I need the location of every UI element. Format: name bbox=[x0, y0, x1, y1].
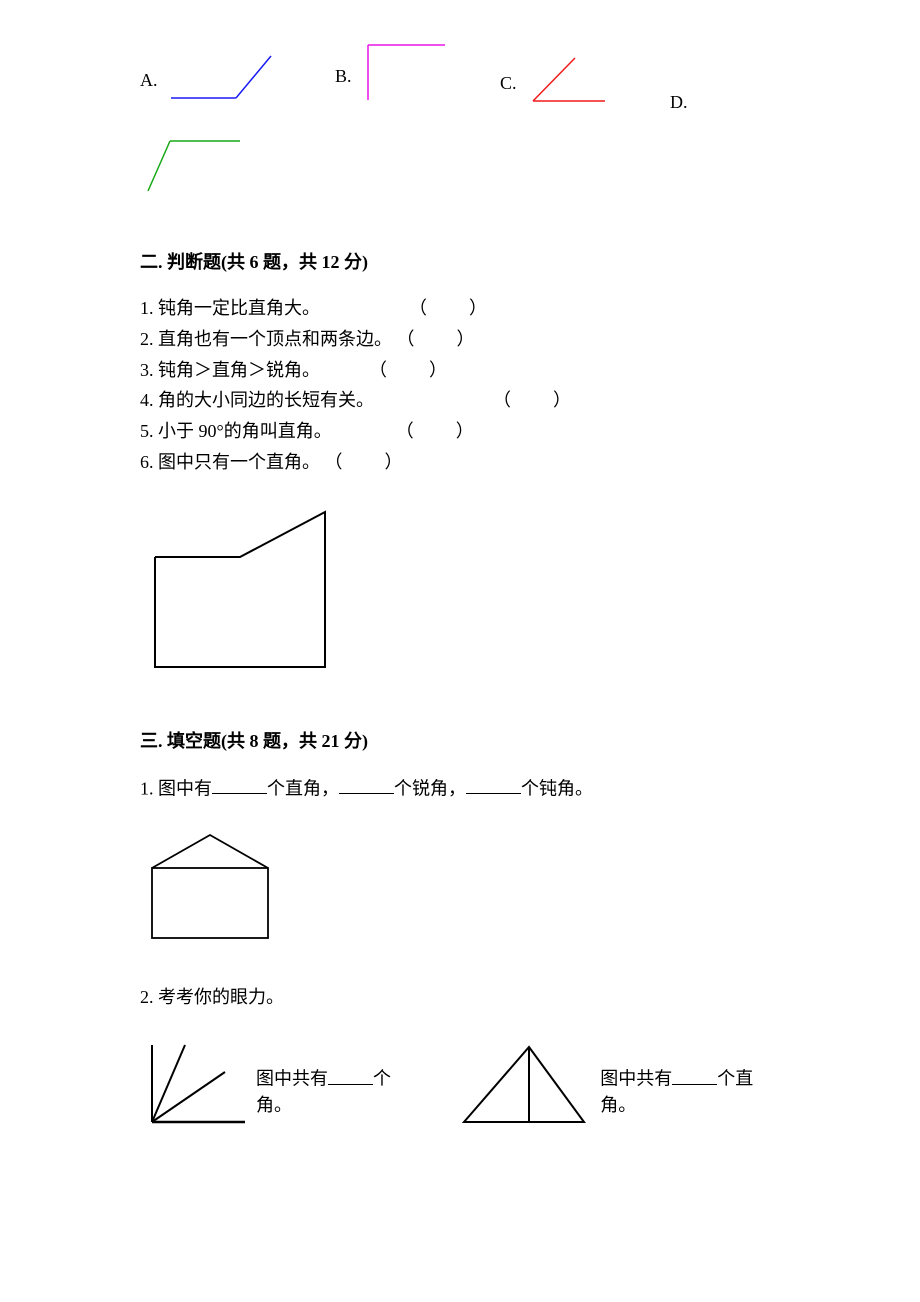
blank bbox=[672, 1063, 717, 1085]
s3-q2b-caption: 图中共有个直角。 bbox=[600, 1063, 780, 1117]
s2-q1: 1. 钝角一定比直角大。 （ ） bbox=[140, 294, 780, 323]
s2-q4: 4. 角的大小同边的长短有关。 （ ） bbox=[140, 386, 780, 415]
s3-q2: 2. 考考你的眼力。 bbox=[140, 983, 780, 1012]
s2-q5: 5. 小于 90°的角叫直角。 （ ） bbox=[140, 417, 780, 446]
s3-q1-a: 1. 图中有 bbox=[140, 778, 212, 798]
s3-q2-figure-b bbox=[449, 1037, 594, 1137]
s3-q1: 1. 图中有 个直角， 个锐角， 个钝角。 bbox=[140, 773, 780, 803]
option-d-label: D. bbox=[670, 92, 688, 113]
blank bbox=[328, 1063, 373, 1085]
s2-q3: 3. 钝角＞直角＞锐角。 （ ） bbox=[140, 356, 780, 385]
s3-q1-b: 个直角， bbox=[267, 778, 339, 798]
s2-q5-text: 5. 小于 90°的角叫直角。 bbox=[140, 421, 332, 441]
s2-q2: 2. 直角也有一个顶点和两条边。 （ ） bbox=[140, 325, 780, 354]
s3-q2-text: 2. 考考你的眼力。 bbox=[140, 987, 284, 1007]
s2-q2-text: 2. 直角也有一个顶点和两条边。 bbox=[140, 329, 392, 349]
s3-q2a-a: 图中共有 bbox=[256, 1069, 328, 1089]
option-a-figure bbox=[166, 48, 276, 113]
s3-q2-figures-row: 图中共有个角。 图中共有个直角。 bbox=[140, 1037, 780, 1137]
s2-q6-paren: （ ） bbox=[325, 452, 405, 472]
option-c-label: C. bbox=[500, 73, 517, 94]
s3-q2b-a: 图中共有 bbox=[600, 1069, 672, 1089]
s2-q3-paren: （ ） bbox=[369, 360, 449, 380]
s3-q1-d: 个钝角。 bbox=[521, 778, 593, 798]
blank bbox=[339, 773, 394, 795]
s3-q1-figure bbox=[140, 823, 780, 953]
s2-q3-text: 3. 钝角＞直角＞锐角。 bbox=[140, 360, 320, 380]
s2-q2-paren: （ ） bbox=[397, 329, 477, 349]
option-d-figure bbox=[140, 133, 250, 203]
s2-q1-text: 1. 钝角一定比直角大。 bbox=[140, 298, 320, 318]
s3-q2a-caption: 图中共有个角。 bbox=[256, 1063, 419, 1117]
section3-header: 三. 填空题(共 8 题，共 21 分) bbox=[140, 727, 780, 753]
s2-q6-figure bbox=[140, 497, 780, 682]
s2-q1-paren: （ ） bbox=[409, 298, 489, 318]
options-row: A. B. C. bbox=[140, 40, 780, 203]
option-a-label: A. bbox=[140, 70, 158, 91]
section2-header: 二. 判断题(共 6 题，共 12 分) bbox=[140, 248, 780, 274]
option-c-figure bbox=[525, 53, 615, 113]
s2-q6-text: 6. 图中只有一个直角。 bbox=[140, 452, 320, 472]
option-b-label: B. bbox=[335, 66, 352, 87]
s2-q4-text: 4. 角的大小同边的长短有关。 bbox=[140, 390, 374, 410]
blank bbox=[466, 773, 521, 795]
s3-q1-c: 个锐角， bbox=[394, 778, 466, 798]
option-b-figure bbox=[360, 40, 450, 113]
s2-q6: 6. 图中只有一个直角。 （ ） bbox=[140, 448, 780, 477]
s3-q2-figure-a bbox=[140, 1037, 250, 1137]
s2-q5-paren: （ ） bbox=[396, 421, 476, 441]
s2-q4-paren: （ ） bbox=[493, 390, 573, 410]
blank bbox=[212, 773, 267, 795]
